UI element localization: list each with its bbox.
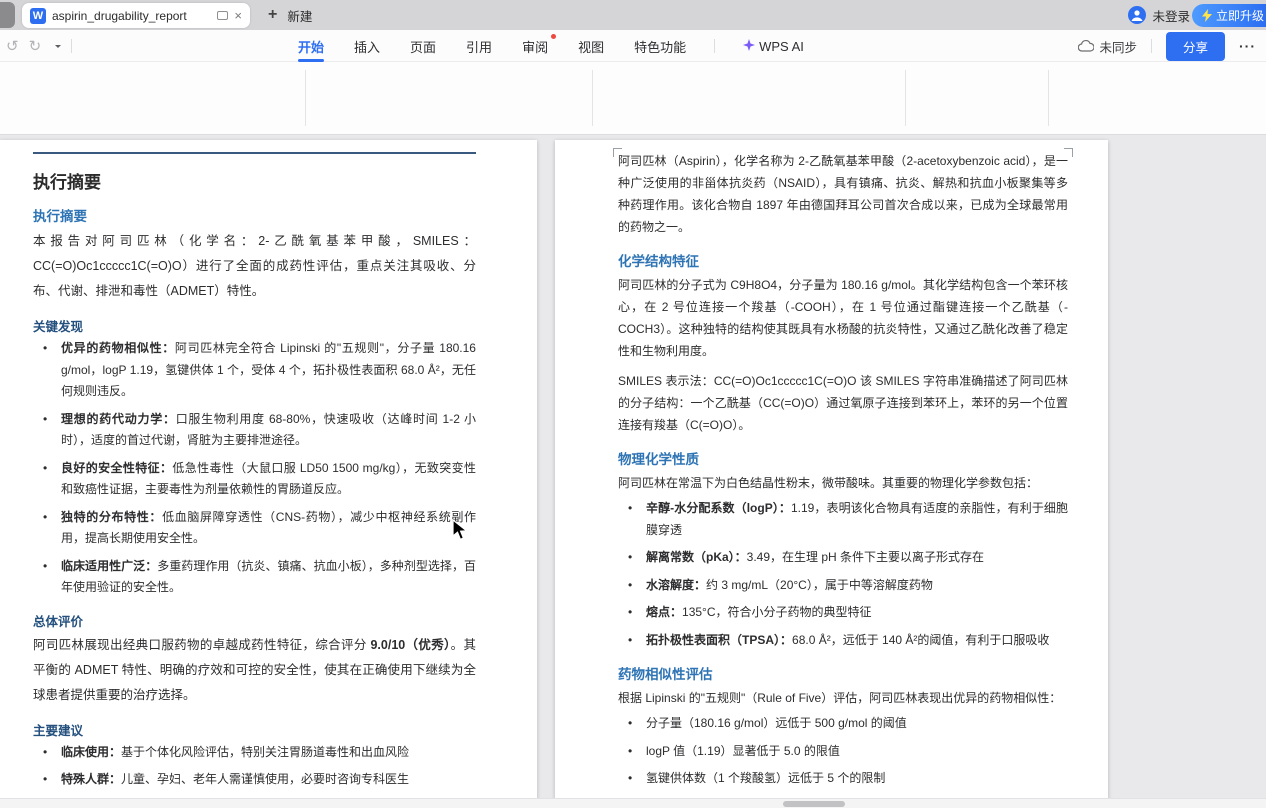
subsection-heading[interactable]: 总体评价 [33, 611, 476, 630]
list-item[interactable]: 良好的安全性特征：低急性毒性（大鼠口服 LD50 1500 mg/kg），无致突… [33, 458, 476, 501]
paragraph[interactable]: 本报告对阿司匹林（化学名：2-乙酰氧基苯甲酸，SMILES：CC(=O)Oc1c… [33, 229, 476, 304]
share-button[interactable]: 分享 [1166, 32, 1225, 61]
divider [1151, 39, 1152, 53]
sync-status-label: 未同步 [1099, 37, 1137, 56]
tab-close-icon[interactable]: × [234, 9, 242, 22]
notification-dot [551, 34, 556, 39]
subsection-heading[interactable]: 主要建议 [33, 720, 476, 739]
window-controls-stub [0, 2, 15, 28]
list-item[interactable]: 氢键供体数（1 个羧酸氢）远低于 5 个的限制 [618, 768, 1068, 790]
list-item[interactable]: 水溶解度：约 3 mg/mL（20°C），属于中等溶解度药物 [618, 575, 1068, 597]
more-options-icon[interactable]: ··· [1239, 38, 1256, 54]
ai-sparkle-icon [743, 39, 755, 51]
wps-writer-window: W aspirin_drugability_report × + 新建 未登录 … [0, 0, 1266, 808]
menu-tab-home[interactable]: 开始 [296, 30, 326, 63]
list-item[interactable]: 拓扑极性表面积（TPSA）：68.0 Å²，远低于 140 Å²的阈值，有利于口… [618, 630, 1068, 652]
paragraph[interactable]: SMILES 表示法：CC(=O)Oc1ccccc1C(=O)O 该 SMILE… [618, 370, 1068, 436]
list-item[interactable]: 解离常数（pKa）：3.49，在生理 pH 条件下主要以离子形式存在 [618, 547, 1068, 569]
list-item[interactable]: 理想的药代动力学：口服生物利用度 68-80%，快速吸收（达峰时间 1-2 小时… [33, 409, 476, 452]
new-tab-button[interactable]: + 新建 [268, 0, 312, 30]
paragraph[interactable]: 阿司匹林的分子式为 C9H8O4，分子量为 180.16 g/mol。其化学结构… [618, 274, 1068, 362]
list-item[interactable]: 临床使用：基于个体化风险评估，特别关注胃肠道毒性和出血风险 [33, 742, 476, 764]
subsection-heading[interactable]: 关键发现 [33, 316, 476, 335]
history-dropdown-icon[interactable] [55, 45, 61, 51]
divider [71, 39, 72, 53]
divider [714, 39, 715, 53]
menu-tabs: 开始 插入 页面 引用 审阅 视图 特色功能 WPS AI [296, 30, 806, 62]
new-tab-label[interactable]: 新建 [287, 6, 312, 25]
list-item[interactable]: 特殊人群：儿童、孕妇、老年人需谨慎使用，必要时咨询专科医生 [33, 769, 476, 791]
recommendations-list: 临床使用：基于个体化风险评估，特别关注胃肠道毒性和出血风险 特殊人群：儿童、孕妇… [33, 742, 476, 799]
menu-tab-wps-ai[interactable]: WPS AI [741, 32, 806, 61]
page-1[interactable]: 执行摘要 执行摘要 本报告对阿司匹林（化学名：2-乙酰氧基苯甲酸，SMILES：… [0, 140, 537, 798]
divider [905, 70, 906, 126]
lightning-icon [1202, 9, 1212, 22]
list-item[interactable]: logP 值（1.19）显著低于 5.0 的限值 [618, 741, 1068, 763]
tab-preview-icon[interactable] [217, 11, 228, 20]
margin-corner-mark [1064, 148, 1073, 157]
account-button[interactable]: 未登录 [1128, 0, 1190, 30]
page-2[interactable]: 阿司匹林（Aspirin），化学名称为 2-乙酰氧基苯甲酸（2-acetoxyb… [555, 140, 1108, 798]
menu-tab-references[interactable]: 引用 [464, 30, 494, 63]
scrollbar-thumb[interactable] [783, 801, 845, 807]
margin-corner-mark [613, 148, 622, 157]
paragraph[interactable]: 阿司匹林在常温下为白色结晶性粉末，微带酸味。其重要的物理化学参数包括： [618, 472, 1068, 494]
horizontal-scrollbar[interactable] [0, 798, 1266, 808]
mouse-cursor-icon [452, 519, 469, 541]
list-item[interactable]: 分子量（180.16 g/mol）远低于 500 g/mol 的阈值 [618, 713, 1068, 735]
list-item[interactable]: 优异的药物相似性：阿司匹林完全符合 Lipinski 的"五规则"，分子量 18… [33, 338, 476, 403]
section-heading[interactable]: 执行摘要 [33, 205, 476, 225]
divider [592, 70, 593, 126]
redo-icon[interactable]: ↻ [29, 37, 42, 55]
menu-tab-features[interactable]: 特色功能 [632, 30, 688, 63]
menu-tab-view[interactable]: 视图 [576, 30, 606, 63]
document-canvas[interactable]: 执行摘要 执行摘要 本报告对阿司匹林（化学名：2-乙酰氧基苯甲酸，SMILES：… [0, 135, 1266, 798]
section-heading[interactable]: 化学结构特征 [618, 250, 1068, 270]
sync-status[interactable]: 未同步 [1078, 37, 1137, 56]
list-item[interactable]: 熔点：135°C，符合小分子药物的典型特征 [618, 602, 1068, 624]
ribbon-toolbar: Arial 11 A+ A− wén文 I U A X2 A A A [0, 62, 1266, 135]
lipinski-list: 分子量（180.16 g/mol）远低于 500 g/mol 的阈值 logP … [618, 713, 1068, 798]
upgrade-label: 立即升级 [1216, 7, 1264, 24]
document-tab[interactable]: W aspirin_drugability_report × [22, 3, 250, 28]
paragraph[interactable]: 阿司匹林（Aspirin），化学名称为 2-乙酰氧基苯甲酸（2-acetoxyb… [618, 150, 1068, 238]
cloud-icon [1078, 40, 1094, 52]
user-avatar-icon [1128, 6, 1146, 24]
login-status-label: 未登录 [1152, 6, 1190, 25]
divider [305, 70, 306, 126]
doc-title-heading[interactable]: 执行摘要 [33, 168, 476, 193]
upgrade-button[interactable]: 立即升级 [1192, 4, 1266, 27]
menu-tab-page[interactable]: 页面 [408, 30, 438, 63]
undo-icon[interactable]: ↺ [6, 37, 19, 55]
tab-bar: W aspirin_drugability_report × + 新建 未登录 … [0, 0, 1266, 30]
menu-bar: ↺ ↻ 开始 插入 页面 引用 审阅 视图 特色功能 WPS AI 未同步 分享… [0, 30, 1266, 62]
wps-writer-logo-icon: W [30, 8, 46, 24]
paragraph[interactable]: 阿司匹林展现出经典口服药物的卓越成药性特征，综合评分 9.0/10（优秀）。其平… [33, 633, 476, 708]
list-item[interactable]: 独特的分布特性：低血脑屏障穿透性（CNS-药物），减少中枢神经系统副作用，提高长… [33, 507, 476, 550]
section-heading[interactable]: 药物相似性评估 [618, 663, 1068, 683]
horizontal-rule [33, 152, 476, 154]
paragraph[interactable]: 根据 Lipinski 的"五规则"（Rule of Five）评估，阿司匹林表… [618, 687, 1068, 709]
section-heading[interactable]: 物理化学性质 [618, 448, 1068, 468]
list-item[interactable]: 临床适用性广泛：多重药理作用（抗炎、镇痛、抗血小板），多种剂型选择，百年使用验证… [33, 556, 476, 599]
findings-list: 优异的药物相似性：阿司匹林完全符合 Lipinski 的"五规则"，分子量 18… [33, 338, 476, 599]
divider [1048, 70, 1049, 126]
document-tab-title: aspirin_drugability_report [52, 9, 211, 23]
physchem-list: 辛醇-水分配系数（logP）：1.19，表明该化合物具有适度的亲脂性，有利于细胞… [618, 498, 1068, 651]
menu-tab-review[interactable]: 审阅 [520, 30, 550, 63]
list-item[interactable]: 辛醇-水分配系数（logP）：1.19，表明该化合物具有适度的亲脂性，有利于细胞… [618, 498, 1068, 541]
menu-tab-insert[interactable]: 插入 [352, 30, 382, 63]
plus-icon[interactable]: + [268, 6, 277, 24]
